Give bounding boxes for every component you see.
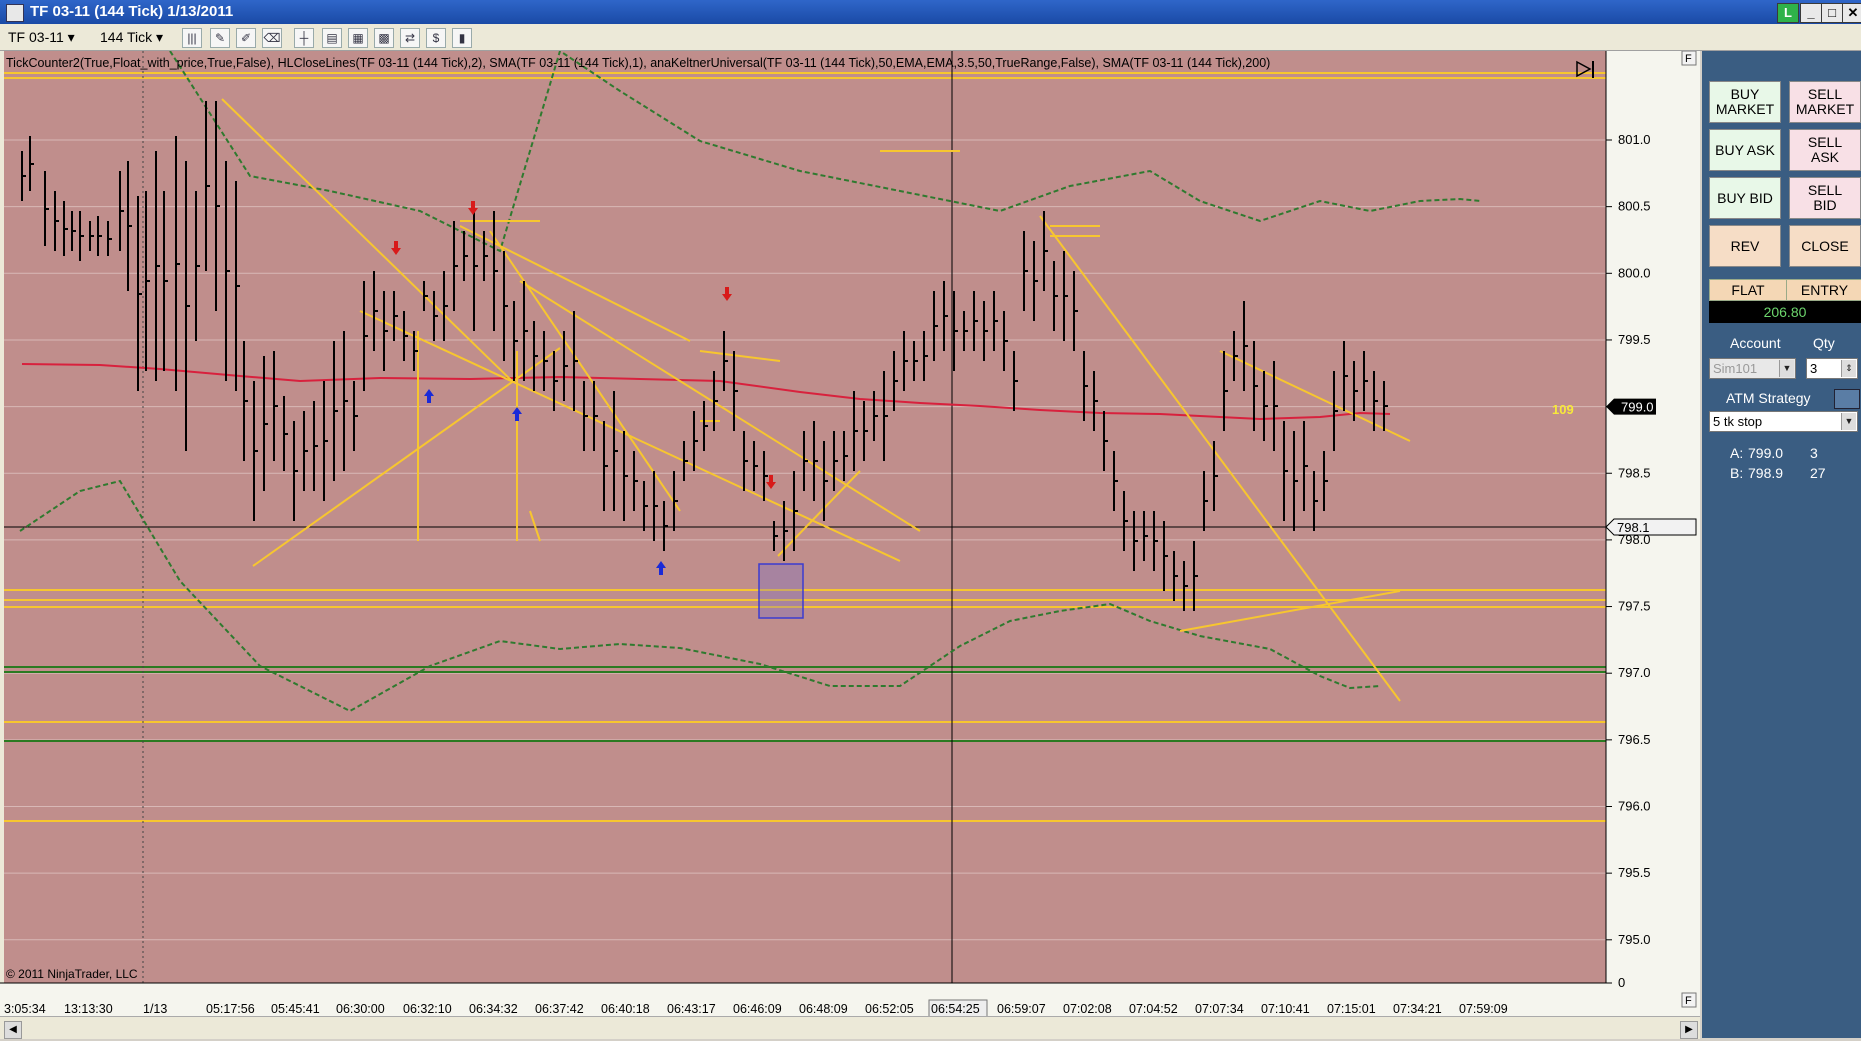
time-axis-label: 06:34:32 — [469, 1002, 518, 1016]
crosshair-price-label: 798.1 — [1617, 520, 1650, 535]
atm-strategy-select[interactable]: 5 tk stop ▼ — [1709, 411, 1858, 432]
close-position-button[interactable]: CLOSE — [1789, 225, 1861, 267]
time-axis-label: 3:05:34 — [4, 1002, 46, 1016]
time-axis-label: 06:59:07 — [997, 1002, 1046, 1016]
drawing-tool-icon[interactable]: ✐ — [236, 28, 256, 48]
price-axis-label: 795.0 — [1618, 932, 1651, 947]
time-axis-label: 06:43:17 — [667, 1002, 716, 1016]
maximize-button[interactable]: □ — [1821, 3, 1843, 23]
price-axis-label: 796.5 — [1618, 732, 1651, 747]
time-axis-panel — [0, 983, 1700, 1016]
account-label: Account — [1730, 335, 1781, 351]
time-axis-label: 07:10:41 — [1261, 1002, 1310, 1016]
panel-f-label: F — [1685, 995, 1692, 1007]
horizontal-scrollbar[interactable]: ◀ ▶ — [0, 1016, 1700, 1039]
buy-ask-button[interactable]: BUY ASK — [1709, 129, 1781, 171]
pencil-draw-icon[interactable]: ✎ — [210, 28, 230, 48]
dollar-icon[interactable]: $ — [426, 28, 446, 48]
price-axis-label: 797.0 — [1618, 665, 1651, 680]
strategy-icon[interactable]: ⇄ — [400, 28, 420, 48]
panel-f-label: F — [1685, 53, 1692, 65]
sell-ask-button[interactable]: SELL ASK — [1789, 129, 1861, 171]
bid-size: 27 — [1810, 465, 1826, 481]
chart-style-icon[interactable]: ▦ — [348, 28, 368, 48]
app-icon — [6, 4, 24, 22]
sell-market-button[interactable]: SELL MARKET — [1789, 81, 1861, 123]
time-axis-label: 1/13 — [143, 1002, 167, 1016]
indicator-icon[interactable]: ▩ — [374, 28, 394, 48]
scroll-left-icon[interactable]: ◀ — [4, 1021, 22, 1039]
close-window-button[interactable]: ✕ — [1842, 3, 1861, 23]
price-axis-label: 801.0 — [1618, 132, 1651, 147]
price-axis-label: 800.0 — [1618, 265, 1651, 280]
chevron-down-icon: ▼ — [1841, 413, 1856, 430]
reverse-button[interactable]: REV — [1709, 225, 1781, 267]
price-axis-label: 797.5 — [1618, 599, 1651, 614]
eraser-icon[interactable]: ⌫ — [262, 28, 282, 48]
instrument-selector[interactable]: TF 03-11 ▾ — [8, 27, 75, 47]
data-box-icon[interactable]: ▮ — [452, 28, 472, 48]
drawn-rectangle[interactable] — [758, 563, 804, 619]
quantity-stepper[interactable]: 3 ⇕ — [1806, 358, 1858, 379]
price-axis-panel — [1606, 51, 1700, 983]
price-axis-label: 799.5 — [1618, 332, 1651, 347]
bid-label: B: — [1730, 465, 1744, 481]
time-axis-label: 07:04:52 — [1129, 1002, 1178, 1016]
atm-strategy-label: ATM Strategy — [1726, 390, 1811, 406]
properties-icon[interactable]: ▤ — [322, 28, 342, 48]
time-axis-label: 05:17:56 — [206, 1002, 255, 1016]
stepper-arrows-icon[interactable]: ⇕ — [1841, 360, 1856, 377]
copyright-notice: © 2011 NinjaTrader, LLC — [6, 967, 138, 981]
time-axis-label: 06:32:10 — [403, 1002, 452, 1016]
price-axis-label: 795.5 — [1618, 865, 1651, 880]
time-axis-label: 13:13:30 — [64, 1002, 113, 1016]
atm-settings-button[interactable] — [1834, 389, 1860, 409]
time-axis-label: 07:34:21 — [1393, 1002, 1442, 1016]
time-axis-label: 07:15:01 — [1327, 1002, 1376, 1016]
time-axis-label: 06:54:25 — [931, 1002, 980, 1016]
scroll-right-icon[interactable]: ▶ — [1680, 1021, 1698, 1039]
price-axis-label: 800.5 — [1618, 199, 1651, 214]
price-chart[interactable]: 801.0800.5800.0799.5799.0798.5798.0797.5… — [0, 49, 1700, 1038]
window-titlebar: TF 03-11 (144 Tick) 1/13/2011 L _ □ ✕ — [0, 0, 1861, 24]
crosshair-icon[interactable]: ┼ — [294, 28, 314, 48]
link-button[interactable]: L — [1777, 3, 1799, 23]
tick-counter-label: 109 — [1552, 402, 1574, 417]
bid-price: 798.9 — [1748, 465, 1784, 481]
sell-bid-button[interactable]: SELL BID — [1789, 177, 1861, 219]
ask-price: 799.0 — [1748, 445, 1784, 461]
qty-label: Qty — [1813, 335, 1835, 351]
ask-label: A: — [1730, 445, 1744, 461]
time-axis-label: 06:30:00 — [336, 1002, 385, 1016]
position-flat-label: FLAT — [1709, 279, 1787, 301]
time-axis-label: 06:46:09 — [733, 1002, 782, 1016]
price-axis-label: 798.5 — [1618, 465, 1651, 480]
time-axis-label: 06:52:05 — [865, 1002, 914, 1016]
ask-size: 3 — [1810, 445, 1818, 461]
time-axis-label: 07:59:09 — [1459, 1002, 1508, 1016]
chart-area[interactable]: 801.0800.5800.0799.5799.0798.5798.0797.5… — [0, 49, 1700, 1038]
buy-market-button[interactable]: BUY MARKET — [1709, 81, 1781, 123]
chart-toolbar: TF 03-11 ▾ 144 Tick ▾ ||| ✎ ✐ ⌫ ┼ ▤ ▦ ▩ … — [0, 24, 1861, 51]
pnl-display: 206.80 — [1709, 301, 1861, 323]
price-axis-label: 0 — [1618, 975, 1625, 990]
last-price-label: 799.0 — [1621, 400, 1654, 415]
chevron-down-icon: ▼ — [1779, 360, 1794, 377]
bar-type-icon[interactable]: ||| — [182, 28, 202, 48]
time-axis-label: 06:40:18 — [601, 1002, 650, 1016]
indicator-legend: TickCounter2(True,Float_with_price,True,… — [6, 56, 1270, 70]
time-axis-label: 06:37:42 — [535, 1002, 584, 1016]
entry-label: ENTRY — [1786, 279, 1861, 301]
interval-selector[interactable]: 144 Tick ▾ — [100, 27, 163, 47]
price-axis-label: 796.0 — [1618, 799, 1651, 814]
buy-bid-button[interactable]: BUY BID — [1709, 177, 1781, 219]
window-title: TF 03-11 (144 Tick) 1/13/2011 — [30, 3, 234, 20]
time-axis-label: 05:45:41 — [271, 1002, 320, 1016]
time-axis-label: 07:07:34 — [1195, 1002, 1244, 1016]
time-axis-label: 06:48:09 — [799, 1002, 848, 1016]
order-entry-panel: BUY MARKET SELL MARKET BUY ASK SELL ASK … — [1702, 51, 1861, 1038]
time-axis-label: 07:02:08 — [1063, 1002, 1112, 1016]
minimize-button[interactable]: _ — [1800, 3, 1822, 23]
account-select[interactable]: Sim101 ▼ — [1709, 358, 1796, 379]
